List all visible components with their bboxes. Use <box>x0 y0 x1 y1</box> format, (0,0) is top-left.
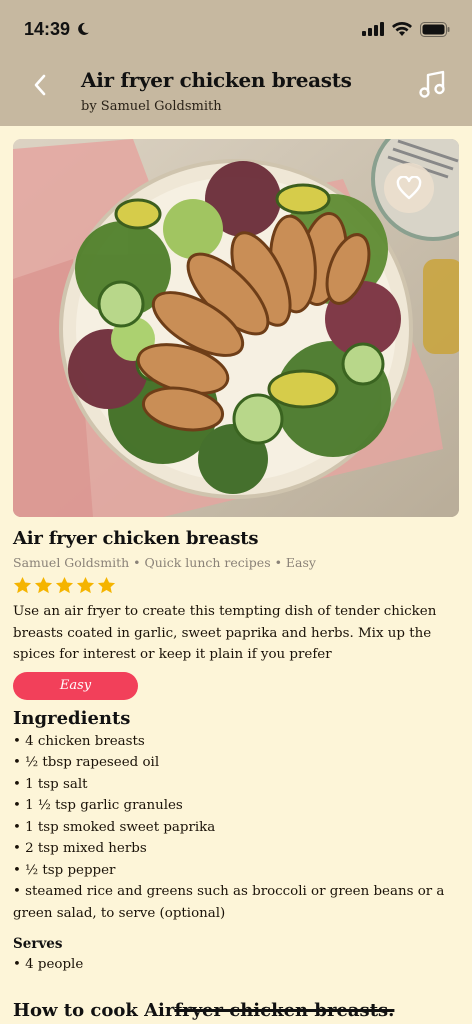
how-to-cook-prefix: How to cook Air <box>13 1000 175 1021</box>
status-time-group: 14:39 <box>24 19 90 40</box>
back-button[interactable] <box>28 70 52 100</box>
star-icon <box>76 576 95 594</box>
ingredient-item: • 1 ½ tsp garlic granules <box>13 798 183 814</box>
header-title: Air fryer chicken breasts <box>81 68 352 92</box>
ingredients-list: • 4 chicken breasts • ½ tbsp rapeseed oi… <box>13 731 463 925</box>
star-rating <box>13 576 463 595</box>
ingredient-item: • steamed rice and greens such as brocco… <box>13 884 445 921</box>
heart-icon <box>396 176 422 200</box>
app-header: Air fryer chicken breasts by Samuel Gold… <box>0 58 472 126</box>
star-icon <box>55 576 74 594</box>
status-icons <box>362 21 450 37</box>
music-button[interactable] <box>418 70 446 100</box>
star-icon <box>34 576 53 594</box>
battery-icon <box>420 21 450 37</box>
wifi-icon <box>392 21 412 36</box>
difficulty-badge[interactable]: Easy <box>13 671 138 700</box>
star-icon <box>13 576 32 594</box>
status-time: 14:39 <box>24 18 71 39</box>
recipe-content: Air fryer chicken breasts Samuel Goldsmi… <box>13 528 463 976</box>
recipe-title: Air fryer chicken breasts <box>13 528 259 549</box>
ingredient-item: • 1 tsp smoked sweet paprika <box>13 819 216 835</box>
serves-title: Serves <box>13 936 63 953</box>
ingredient-item: • ½ tbsp rapeseed oil <box>13 755 160 771</box>
ingredient-item: • ½ tsp pepper <box>13 862 116 878</box>
recipe-meta: Samuel Goldsmith • Quick lunch recipes •… <box>13 555 316 570</box>
moon-icon <box>78 22 90 35</box>
ingredient-item: • 4 chicken breasts <box>13 733 145 749</box>
recipe-description: Use an air fryer to create this tempting… <box>13 604 437 663</box>
header-author: by Samuel Goldsmith <box>81 99 222 114</box>
chevron-left-icon <box>34 74 46 96</box>
ingredients-title: Ingredients <box>13 707 131 729</box>
ingredient-item: • 2 tsp mixed herbs <box>13 841 147 857</box>
ingredient-item: • 1 tsp salt <box>13 776 88 792</box>
cellular-signal-icon <box>362 22 384 36</box>
serves-value: • 4 people <box>13 957 84 973</box>
how-to-cook-title: How to cook Airfryer chicken breasts. <box>13 1000 394 1021</box>
how-to-cook-suffix: fryer chicken breasts. <box>174 1000 395 1021</box>
music-note-icon <box>419 70 445 98</box>
favorite-button[interactable] <box>384 163 434 213</box>
status-bar: 14:39 <box>0 0 472 58</box>
star-icon <box>97 576 116 594</box>
